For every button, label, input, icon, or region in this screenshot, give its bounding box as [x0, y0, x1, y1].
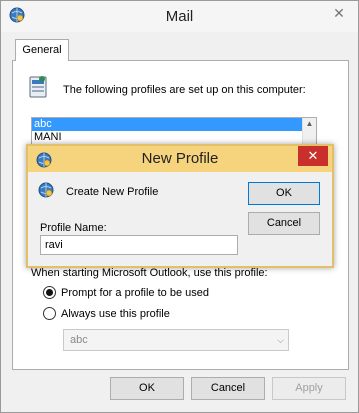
- startup-description: When starting Microsoft Outlook, use thi…: [31, 267, 268, 279]
- new-profile-cancel-button[interactable]: Cancel: [248, 212, 320, 235]
- chevron-down-icon: ⌵: [277, 335, 284, 345]
- radio-always[interactable]: [43, 307, 56, 320]
- new-profile-title: New Profile: [141, 150, 219, 167]
- ok-button[interactable]: OK: [110, 377, 184, 400]
- radio-always-label: Always use this profile: [61, 307, 170, 320]
- profile-item-abc[interactable]: abc: [32, 118, 316, 131]
- profiles-description: The following profiles are set up on thi…: [63, 84, 306, 96]
- new-profile-close-button[interactable]: ✕: [298, 146, 328, 166]
- profile-item-mani[interactable]: MANI: [32, 131, 316, 144]
- tab-general[interactable]: General: [15, 39, 69, 61]
- profiles-listbox[interactable]: abc MANI ▲: [31, 117, 317, 147]
- new-profile-titlebar[interactable]: New Profile ✕: [28, 146, 332, 172]
- profile-select[interactable]: abc ⌵: [63, 329, 289, 351]
- create-profile-icon: [38, 182, 54, 198]
- profiles-scrollbar[interactable]: ▲: [302, 118, 316, 146]
- mail-titlebar[interactable]: Mail ✕: [1, 1, 358, 32]
- radio-prompt[interactable]: [43, 286, 56, 299]
- mail-window-title: Mail: [165, 8, 194, 25]
- profiles-envelope-icon: [29, 76, 47, 98]
- profile-name-input[interactable]: ravi: [40, 235, 238, 255]
- profile-select-value: abc: [70, 334, 88, 346]
- new-profile-dialog: New Profile ✕ Create New Profile OK Canc…: [26, 144, 334, 268]
- radio-row-prompt[interactable]: Prompt for a profile to be used: [43, 286, 209, 299]
- mail-close-button[interactable]: ✕: [324, 3, 354, 23]
- profile-name-label: Profile Name:: [40, 222, 107, 234]
- radio-prompt-label: Prompt for a profile to be used: [61, 286, 209, 299]
- apply-button[interactable]: Apply: [272, 377, 346, 400]
- radio-row-always[interactable]: Always use this profile: [43, 307, 170, 320]
- new-profile-ok-button[interactable]: OK: [248, 182, 320, 205]
- create-profile-text: Create New Profile: [66, 186, 159, 198]
- cancel-button[interactable]: Cancel: [191, 377, 265, 400]
